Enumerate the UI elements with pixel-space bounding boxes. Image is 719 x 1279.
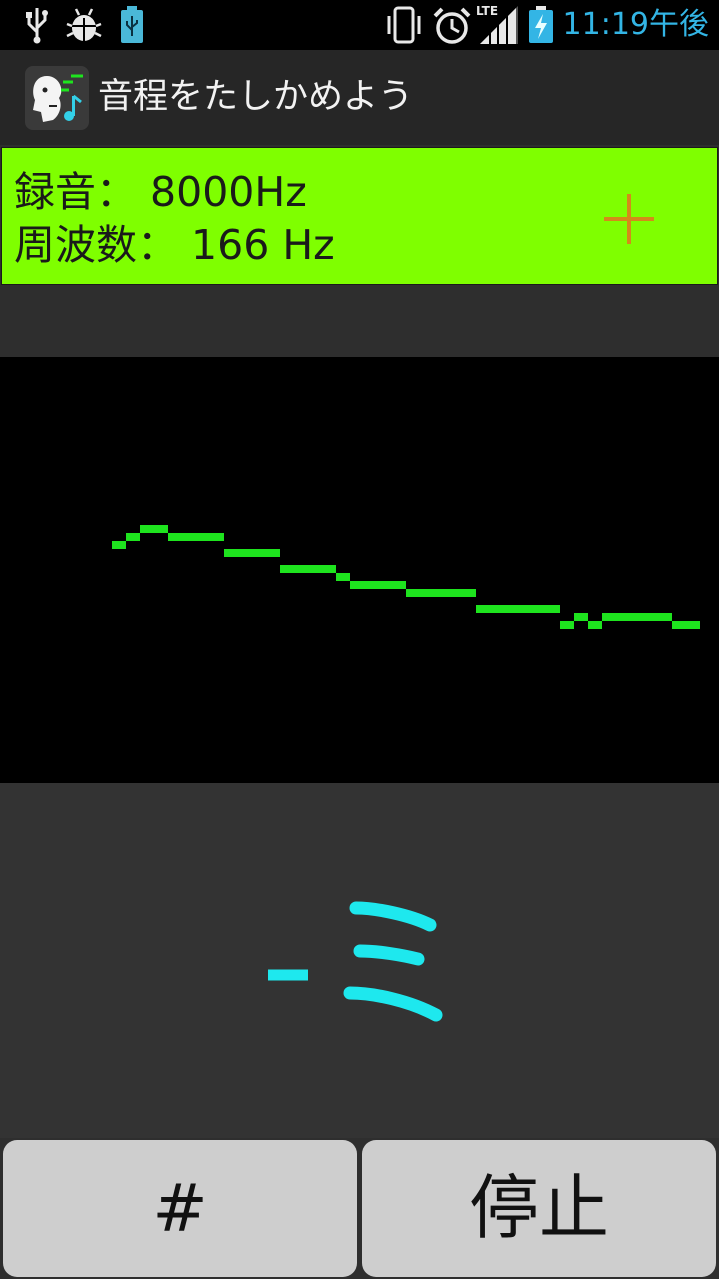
pitch-segment [672,621,700,629]
battery-charging-icon [529,6,553,43]
lte-signal-icon: LTE [476,4,524,46]
pitch-segment [280,565,336,573]
stop-button[interactable]: 停止 [362,1140,716,1277]
pitch-segment [126,533,140,541]
info-panel: 録音： 8000Hz 周波数： 166 Hz [1,147,718,285]
recording-rate-label: 録音： 8000Hz [14,168,307,216]
pitch-segment [224,549,280,557]
alarm-icon [433,7,471,44]
vibrate-icon [387,6,421,44]
battery-usb-icon [121,6,143,43]
pitch-segment [350,581,406,589]
pitch-segment [588,621,602,629]
pitch-segment [336,573,350,581]
usb-icon [26,8,48,44]
pitch-segment [602,613,672,621]
pitch-segment [168,533,224,541]
pitch-graph [0,357,719,783]
pitch-segment [574,613,588,621]
pitch-segment [476,605,560,613]
pitch-segment [112,541,126,549]
frequency-label: 周波数： 166 Hz [14,221,335,269]
action-bar: 音程をたしかめよう [0,50,719,145]
app-title: 音程をたしかめよう [98,77,414,117]
plus-icon[interactable] [602,192,656,246]
note-display: -ミ [0,783,719,1138]
sharp-button[interactable]: # [3,1140,357,1277]
pitch-segment [406,589,476,597]
singing-face-music-note-icon[interactable] [25,66,89,130]
pitch-segment [560,621,574,629]
status-clock: 11:19午後 [562,7,709,42]
status-bar: LTE 11:19午後 [0,0,719,50]
note-name-glyph [268,901,443,1022]
pitch-segment [140,525,168,533]
debug-bug-icon [66,8,102,41]
